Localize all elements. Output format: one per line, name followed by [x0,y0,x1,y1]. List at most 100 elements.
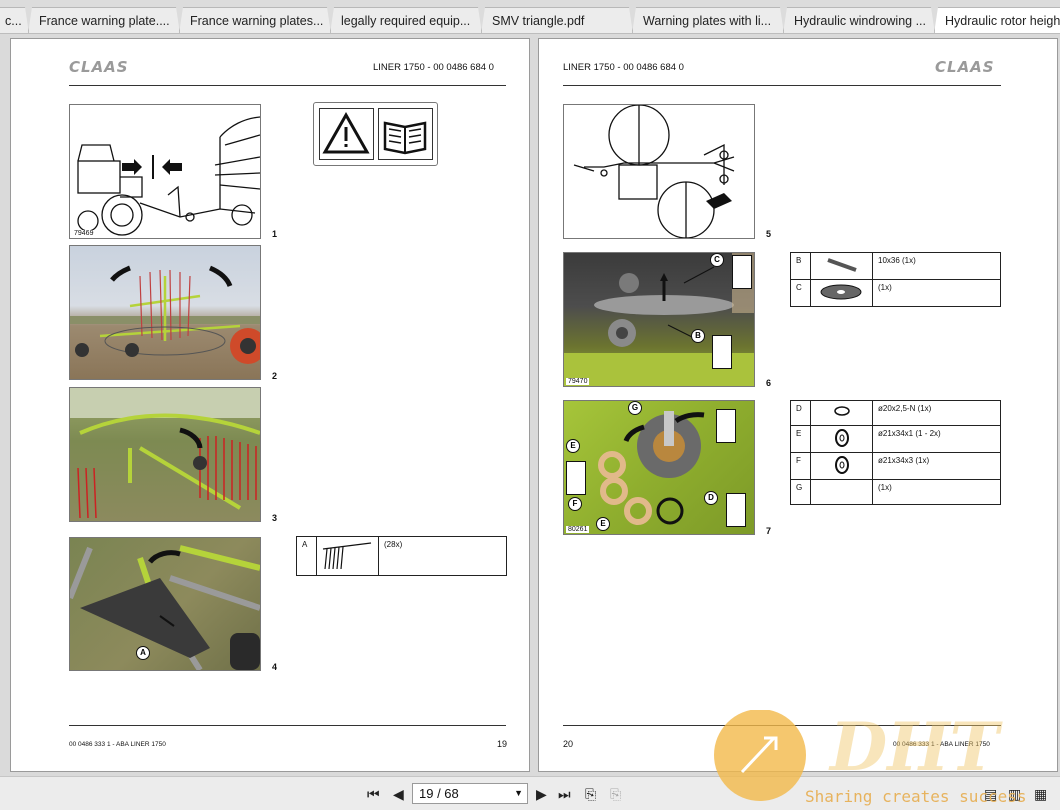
table-row: C (1x) [790,279,1001,307]
page-title: LINER 1750 - 00 0486 684 0 [563,62,684,73]
tab-label: France warning plates... [190,14,324,28]
storage-box-icon [732,255,752,289]
tab-0[interactable]: c... [0,7,29,34]
figure-code: 79469 [72,230,96,237]
tab-label: Hydraulic rotor height [945,14,1060,28]
footer-text: 00 0486 333 1 - ABA LINER 1750 [893,741,990,748]
figure-5-drawing [563,104,755,239]
tab-5[interactable]: Warning plates with li... [632,7,784,34]
go-back-icon[interactable]: ⎘ [585,786,596,802]
footer-text: 00 0486 333 1 - ABA LINER 1750 [69,741,166,748]
table-row: A (28x) [296,536,507,576]
figure-number: 4 [272,662,278,672]
tab-label: Hydraulic windrowing ... [794,14,926,28]
figure-3-photo [69,387,261,522]
figure-code: 79470 [566,378,590,385]
chevron-down-icon: ▼ [514,788,523,798]
figure-code: 80261 [566,526,590,533]
part-key: D [790,400,811,426]
storage-box-icon [712,335,732,369]
header-rule [69,85,506,86]
part-key: E [790,425,811,453]
warning-triangle-icon [319,108,374,160]
washer-icon [810,425,873,453]
tab-1[interactable]: France warning plate.... [28,7,180,34]
tab-bar: c... France warning plate.... France war… [0,0,1060,34]
tab-2[interactable]: France warning plates... [179,7,331,34]
parts-table-b: B 10x36 (1x) C (1x) [790,252,1001,307]
figure-2-photo [69,245,261,380]
page-20: LINER 1750 - 00 0486 684 0 CLAAS 5 C B 7… [538,38,1058,772]
claas-logo: CLAAS [935,58,995,76]
go-forward-icon[interactable]: ⎘ [610,786,621,802]
tab-label: France warning plate.... [39,14,170,28]
tab-4[interactable]: SMV triangle.pdf [481,7,633,34]
tab-label: legally required equip... [341,14,471,28]
callout-b: B [691,329,705,343]
part-desc: (28x) [378,536,507,576]
warning-label [313,102,438,166]
document-viewer[interactable]: CLAAS LINER 1750 - 00 0486 684 0 79469 1… [0,34,1060,776]
figure-number: 7 [766,526,772,536]
tab-label: Warning plates with li... [643,14,772,28]
table-row: E ø21x34x1 (1 - 2x) [790,425,1001,453]
previous-page-icon[interactable]: ◀ [393,786,404,802]
part-desc: ø21x34x1 (1 - 2x) [872,425,1001,453]
part-key: A [296,536,317,576]
page-indicator: 19 / 68 [419,786,459,801]
page-number: 19 [497,739,508,749]
table-row: F ø21x34x3 (1x) [790,452,1001,480]
single-page-view-icon[interactable]: ▤ [984,786,997,802]
part-key: G [790,479,811,505]
callout-a: A [136,646,150,660]
page-selector[interactable]: 19 / 68 ▼ [412,783,528,804]
first-page-icon[interactable]: ⏮ [367,786,380,802]
figure-number: 2 [272,371,278,381]
figure-4-photo: A [69,537,261,671]
part-key: C [790,279,811,307]
storage-box-icon [566,461,586,495]
tab-6[interactable]: Hydraulic windrowing ... [783,7,935,34]
part-key: F [790,452,811,480]
tab-label: c... [5,14,22,28]
gear-disc-icon [810,279,873,307]
callout-e: E [596,517,610,531]
part-desc: 10x36 (1x) [872,252,1001,280]
figure-number: 1 [272,229,278,239]
figure-7-photo: G E F E D 80261 [563,400,755,535]
page-title: LINER 1750 - 00 0486 684 0 [373,62,494,73]
part-desc: (1x) [872,479,1001,505]
last-page-icon[interactable]: ⏭ [558,786,571,802]
circlip-icon [810,400,873,426]
figure-number: 6 [766,378,772,388]
footer-rule [563,725,1001,726]
tab-7-active[interactable]: Hydraulic rotor height [934,7,1060,34]
washer-icon [810,452,873,480]
bolt-icon [810,252,873,280]
figure-number: 5 [766,229,772,239]
figure-number: 3 [272,513,278,523]
figure-6-photo: C B 79470 [563,252,755,387]
table-row: B 10x36 (1x) [790,252,1001,280]
callout-c: C [710,253,724,267]
page-number: 20 [563,739,574,749]
figure-1-drawing: 79469 [69,104,261,239]
continuous-view-icon[interactable]: ▥ [1008,786,1021,802]
callout-d: D [704,491,718,505]
page-19: CLAAS LINER 1750 - 00 0486 684 0 79469 1… [10,38,530,772]
table-row: G (1x) [790,479,1001,505]
table-row: D ø20x2,5-N (1x) [790,400,1001,426]
callout-e: E [566,439,580,453]
storage-box-icon [726,493,746,527]
callout-g: G [628,401,642,415]
parts-table-a: A (28x) [296,536,507,576]
two-page-view-icon[interactable]: ▦ [1034,786,1047,802]
part-desc: ø21x34x3 (1x) [872,452,1001,480]
next-page-icon[interactable]: ▶ [536,786,547,802]
callout-f: F [568,497,582,511]
part-desc: (1x) [872,279,1001,307]
footer-rule [69,725,506,726]
header-rule [563,85,1001,86]
bottom-toolbar: ⏮ ◀ 19 / 68 ▼ ▶ ⏭ ⎘ ⎘ ▤ ▥ ▦ [0,776,1060,810]
tab-3[interactable]: legally required equip... [330,7,482,34]
